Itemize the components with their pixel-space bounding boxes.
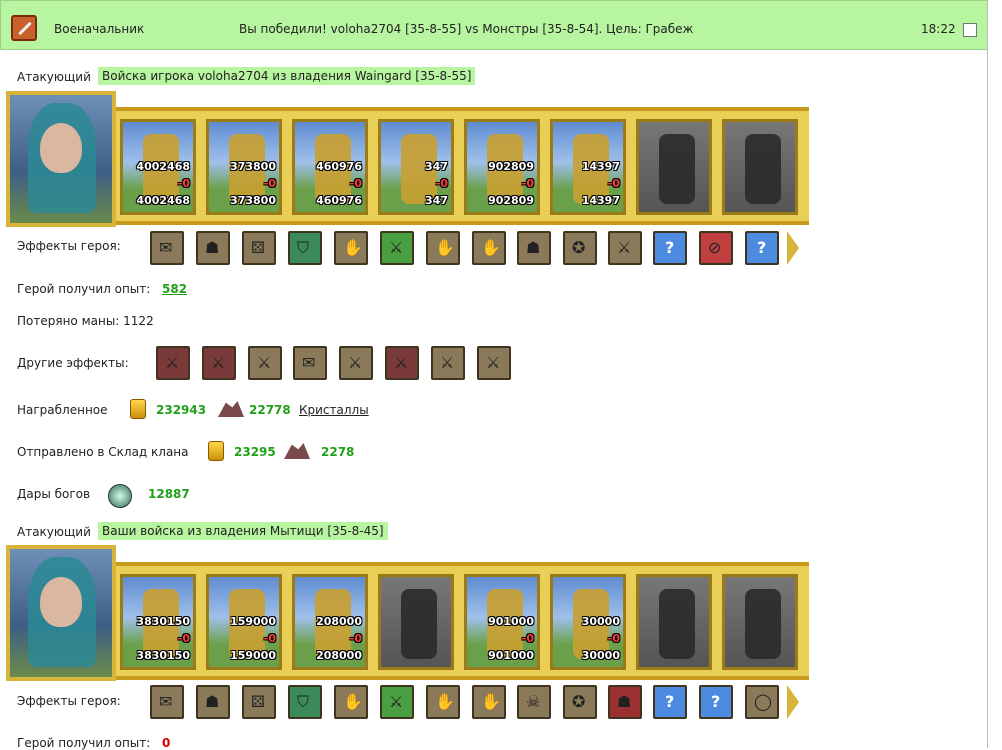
unit-slot[interactable]: 460976 -0 460976: [292, 119, 368, 215]
gold-icon: [130, 399, 146, 419]
no-magic-icon[interactable]: ⊘: [699, 231, 733, 265]
sword-icon[interactable]: ⚔: [477, 346, 511, 380]
select-checkbox[interactable]: [963, 23, 977, 37]
scroll-right-arrow[interactable]: [787, 231, 799, 265]
battle-header: Военачальник Вы победили! voloha2704 [35…: [0, 0, 988, 50]
battle-time: 18:22: [921, 22, 956, 36]
sword-icon[interactable]: ⚔: [385, 346, 419, 380]
hero-effects-label: Эффекты героя:: [17, 239, 121, 253]
hand-shield-icon[interactable]: ✋: [334, 685, 368, 719]
sword-icon[interactable]: ⚔: [339, 346, 373, 380]
loot-gold: 232943: [156, 403, 207, 417]
helmet-icon[interactable]: ☗: [196, 231, 230, 265]
unit-slot[interactable]: 208000 -0 208000: [292, 574, 368, 670]
other-effects-label: Другие эффекты:: [17, 356, 129, 370]
pentagram-icon[interactable]: ✪: [563, 231, 597, 265]
unit-slot-empty: [636, 574, 712, 670]
attacker-troops-tag: Войска игрока voloha2704 из владения Wai…: [98, 67, 476, 85]
loot-crystals: 22778: [249, 403, 291, 417]
ring-icon[interactable]: ◯: [745, 685, 779, 719]
unit-slot[interactable]: 30000 -0 30000: [550, 574, 626, 670]
clan-gold: 23295: [234, 445, 276, 459]
gods-gifts-value: 12887: [148, 487, 190, 501]
unit-slot[interactable]: 3830150 -0 3830150: [120, 574, 196, 670]
divider: [987, 0, 988, 748]
sword-icon[interactable]: ⚔: [156, 346, 190, 380]
scroll-icon[interactable]: ✉: [150, 231, 184, 265]
unit-slot-empty: [636, 119, 712, 215]
skull-icon[interactable]: ☠: [517, 685, 551, 719]
unit-slot[interactable]: 14397 -0 14397: [550, 119, 626, 215]
unit-slot[interactable]: 901000 -0 901000: [464, 574, 540, 670]
scroll-icon[interactable]: ✉: [150, 685, 184, 719]
mana-lost: Потеряно маны: 1122: [17, 314, 154, 328]
demon-icon[interactable]: ☗: [608, 685, 642, 719]
sword-icon: [11, 15, 37, 41]
unknown-effect-icon[interactable]: ?: [699, 685, 733, 719]
battle-result-message: Вы победили! voloha2704 [35-8-55] vs Мон…: [239, 22, 694, 36]
hand-sword-icon[interactable]: ✋: [426, 231, 460, 265]
gold-icon: [208, 441, 224, 461]
gods-orb-icon: [108, 484, 132, 508]
unit-slot[interactable]: 4002468 -0 4002468: [120, 119, 196, 215]
scroll-icon[interactable]: ✉: [293, 346, 327, 380]
gods-gifts-label: Дары богов: [17, 487, 91, 501]
dice-icon[interactable]: ⚄: [242, 685, 276, 719]
hero-exp-value[interactable]: 582: [162, 282, 187, 296]
unit-slot[interactable]: 902809 -0 902809: [464, 119, 540, 215]
attacker-label: Атакующий: [17, 525, 91, 539]
shield-icon[interactable]: ⛉: [288, 685, 322, 719]
attacker-troops-tag: Ваши войска из владения Мытищи [35-8-45]: [98, 522, 388, 540]
scroll-right-arrow[interactable]: [787, 685, 799, 719]
sword-icon[interactable]: ⚔: [380, 231, 414, 265]
army-strip: 3830150 -0 3830150 159000 -0 159000 208000 -0…: [116, 562, 809, 680]
helmet-icon[interactable]: ☗: [196, 685, 230, 719]
knight-helmet-icon[interactable]: ☗: [517, 231, 551, 265]
sword-icon[interactable]: ⚔: [202, 346, 236, 380]
shield-icon[interactable]: ⛉: [288, 231, 322, 265]
unit-slot[interactable]: 347 -0 347: [378, 119, 454, 215]
unknown-effect-icon[interactable]: ?: [653, 685, 687, 719]
crossed-swords-icon[interactable]: ⚔: [608, 231, 642, 265]
attacker-label: Атакующий: [17, 70, 91, 84]
dice-icon[interactable]: ⚄: [242, 231, 276, 265]
clan-crystals: 2278: [321, 445, 355, 459]
crystals-link[interactable]: Кристаллы: [299, 403, 369, 417]
sword-icon[interactable]: ⚔: [248, 346, 282, 380]
unit-slot-empty: [378, 574, 454, 670]
unknown-effect-icon[interactable]: ?: [745, 231, 779, 265]
hero-exp-label: Герой получил опыт:: [17, 282, 151, 296]
clan-storage-label: Отправлено в Склад клана: [17, 445, 189, 459]
unit-slot[interactable]: 159000 -0 159000: [206, 574, 282, 670]
sword-icon[interactable]: ⚔: [380, 685, 414, 719]
header-title: Военачальник: [54, 22, 145, 36]
hand-shield-icon[interactable]: ✋: [334, 231, 368, 265]
hand-magic-icon[interactable]: ✋: [472, 231, 506, 265]
hero-portrait[interactable]: [6, 91, 116, 227]
hero-portrait[interactable]: [6, 545, 116, 681]
hero-effects-label: Эффекты героя:: [17, 694, 121, 708]
unit-slot-empty: [722, 574, 798, 670]
crystal-icon: [218, 401, 244, 417]
unit-slot-empty: [722, 119, 798, 215]
sword-icon[interactable]: ⚔: [431, 346, 465, 380]
pentagram-icon[interactable]: ✪: [563, 685, 597, 719]
unit-slot[interactable]: 373800 -0 373800: [206, 119, 282, 215]
hand-sword-icon[interactable]: ✋: [426, 685, 460, 719]
crystal-icon: [284, 443, 310, 459]
unknown-effect-icon[interactable]: ?: [653, 231, 687, 265]
loot-label: Награбленное: [17, 403, 108, 417]
hand-magic-icon[interactable]: ✋: [472, 685, 506, 719]
army-strip: 4002468 -0 4002468 373800 -0 373800 460976 -0…: [116, 107, 809, 225]
